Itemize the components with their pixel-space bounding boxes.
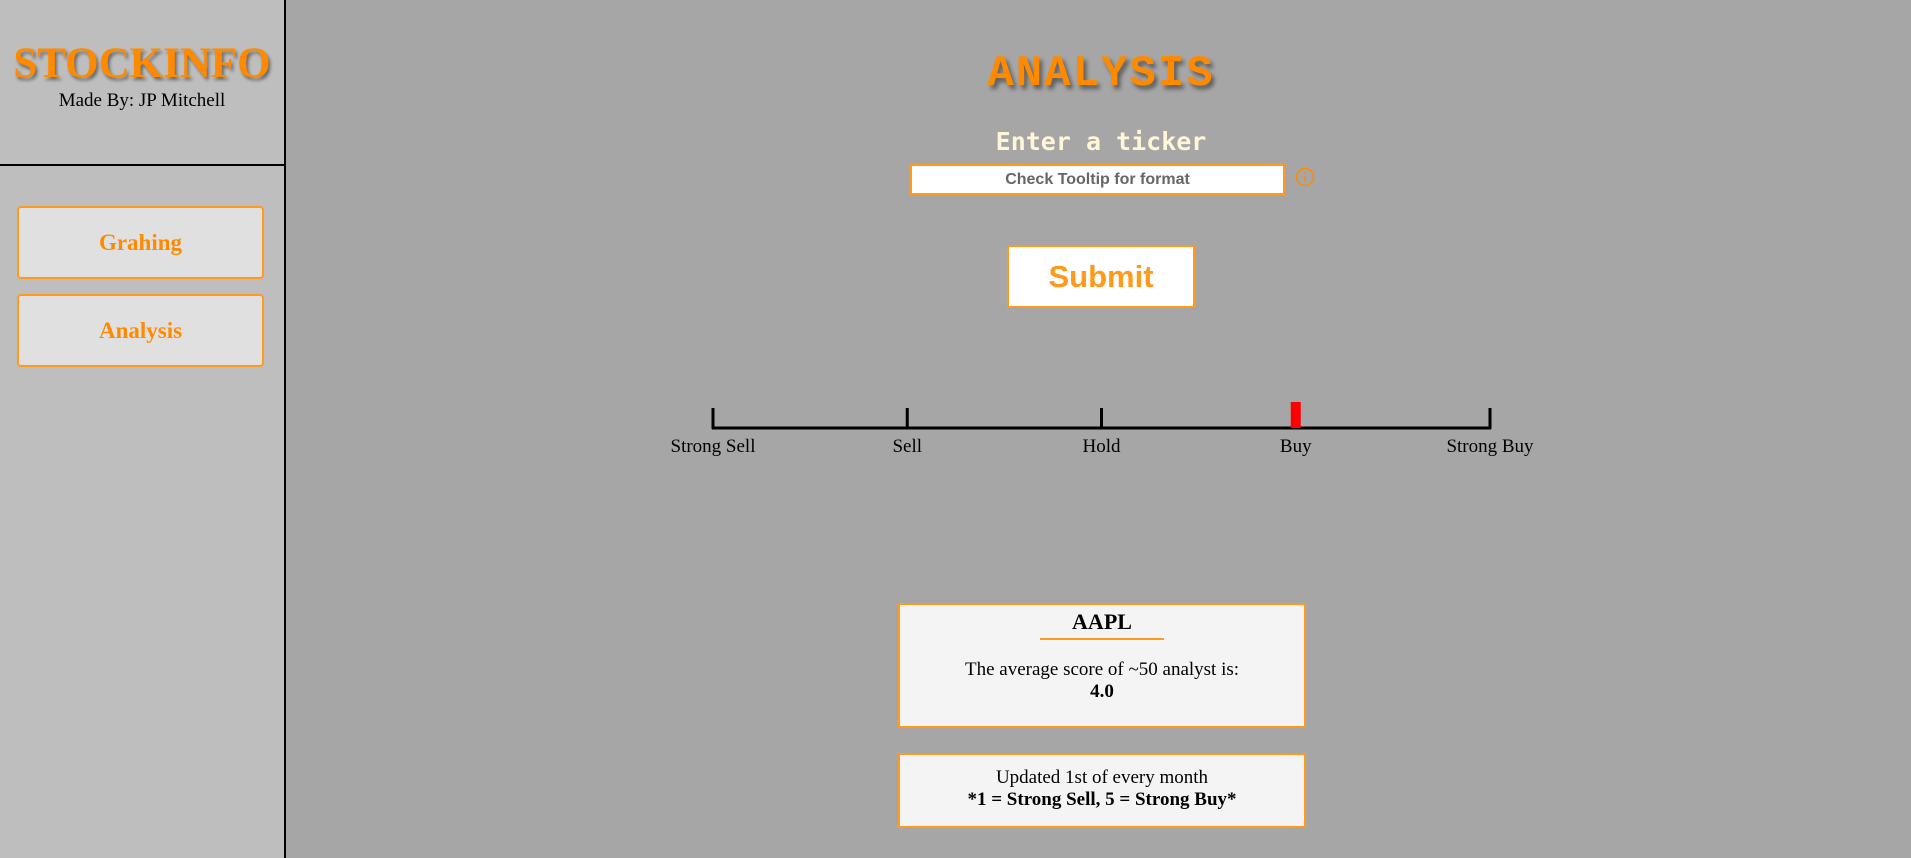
result-summary-text: The average score of ~50 analyst is: [964, 659, 1240, 680]
nav-button-graphing[interactable]: Grahing [17, 206, 264, 279]
scale-legend-note: *1 = Strong Sell, 5 = Strong Buy* [967, 789, 1237, 810]
scale-label-strong-buy: Strong Buy [1446, 436, 1534, 457]
brand-subtitle: Made By: JP Mitchell [58, 90, 226, 111]
result-score: 4.0 [1090, 681, 1114, 702]
brand-title: STOCKINFO [13, 40, 271, 87]
page-title: ANALYSIS [987, 49, 1215, 99]
scale-label-hold: Hold [1082, 436, 1121, 457]
main-content: ANALYSIS Enter a ticker Submit Strong Se… [286, 0, 1911, 858]
sidebar: STOCKINFO Made By: JP Mitchell Grahing A… [0, 0, 286, 858]
scale-label-strong-sell: Strong Sell [670, 436, 756, 457]
submit-button[interactable]: Submit [1007, 245, 1195, 308]
ticker-input[interactable] [910, 164, 1285, 195]
ticker-label: Enter a ticker [995, 127, 1207, 156]
rating-marker [1290, 402, 1301, 428]
update-note: Updated 1st of every month [995, 767, 1209, 788]
result-ticker: AAPL [1040, 608, 1164, 640]
brand-header: STOCKINFO Made By: JP Mitchell [0, 0, 284, 166]
scale-label-sell: Sell [892, 436, 923, 457]
info-card: Updated 1st of every month *1 = Strong S… [898, 753, 1306, 828]
scale-label-buy: Buy [1279, 436, 1312, 457]
result-card: AAPL The average score of ~50 analyst is… [898, 603, 1306, 728]
info-circle-icon[interactable] [1295, 167, 1315, 187]
nav-button-analysis[interactable]: Analysis [17, 294, 264, 367]
